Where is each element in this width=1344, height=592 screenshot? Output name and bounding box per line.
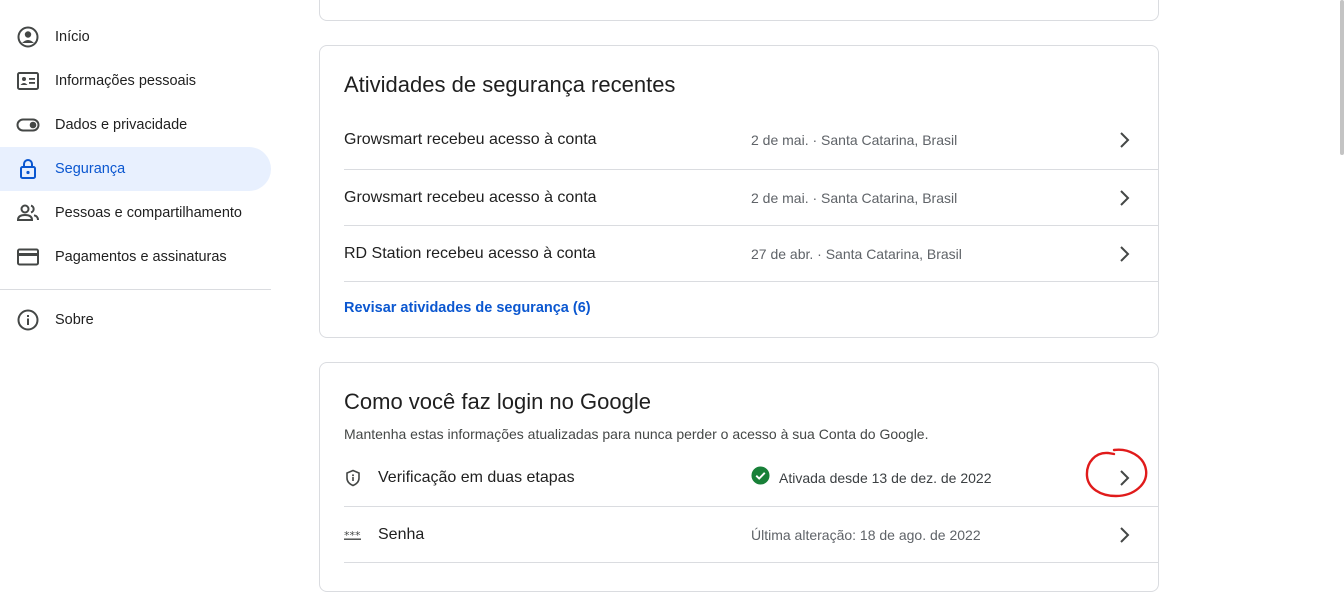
security-activity-card: Atividades de segurança recentes Growsma… <box>319 45 1159 338</box>
id-card-icon <box>16 69 40 93</box>
sidebar-item-pessoas-compartilhamento[interactable]: Pessoas e compartilhamento <box>0 191 271 235</box>
password-dots-icon: *** <box>344 526 362 544</box>
sidebar-item-seguranca[interactable]: Segurança <box>0 147 271 191</box>
two-step-verification-row[interactable]: Verificação em duas etapas Ativada desde… <box>344 450 1158 506</box>
review-security-activity-link[interactable]: Revisar atividades de segurança (6) <box>344 300 591 316</box>
activity-row[interactable]: RD Station recebeu acesso à conta 27 de … <box>344 225 1158 281</box>
card-title: Como você faz login no Google <box>344 389 651 414</box>
sidebar-item-pagamentos-assinaturas[interactable]: Pagamentos e assinaturas <box>0 235 271 279</box>
activity-title: Growsmart recebeu acesso à conta <box>344 131 597 148</box>
sidebar-item-label: Segurança <box>55 161 126 177</box>
account-circle-icon <box>16 25 40 49</box>
divider <box>344 562 1158 563</box>
activity-title: Growsmart recebeu acesso à conta <box>344 188 597 206</box>
credit-card-icon <box>16 245 40 269</box>
password-meta: Última alteração: 18 de ago. de 2022 <box>751 526 981 543</box>
chevron-right-icon <box>1112 242 1136 266</box>
activity-meta: 27 de abr. · Santa Catarina, Brasil <box>751 245 962 262</box>
sidebar-divider <box>0 289 271 290</box>
sidebar-item-label: Pessoas e compartilhamento <box>55 205 242 221</box>
row-title: Senha <box>378 525 425 543</box>
sidebar-item-dados-privacidade[interactable]: Dados e privacidade <box>0 103 271 147</box>
chevron-right-icon <box>1112 523 1136 547</box>
info-icon <box>16 308 40 332</box>
sidebar: Início Informações pessoais Dados e priv… <box>0 15 271 342</box>
lock-icon <box>16 157 40 181</box>
password-row[interactable]: *** Senha Última alteração: 18 de ago. d… <box>344 506 1158 562</box>
sidebar-item-label: Início <box>55 29 90 45</box>
activity-meta: 2 de mai. · Santa Catarina, Brasil <box>751 132 958 148</box>
sidebar-item-label: Pagamentos e assinaturas <box>55 249 227 265</box>
sidebar-item-label: Dados e privacidade <box>55 117 188 133</box>
sidebar-item-inicio[interactable]: Início <box>0 15 271 59</box>
scrollbar[interactable] <box>1340 0 1344 155</box>
activity-row[interactable]: Growsmart recebeu acesso à conta 2 de ma… <box>344 112 1158 168</box>
people-icon <box>16 201 40 225</box>
activity-title: RD Station recebeu acesso à conta <box>344 244 596 262</box>
sidebar-item-informacoes-pessoais[interactable]: Informações pessoais <box>0 59 271 103</box>
check-circle-icon <box>751 466 770 490</box>
activity-meta: 2 de mai. · Santa Catarina, Brasil <box>751 189 958 206</box>
previous-card <box>319 0 1159 21</box>
status-text: Ativada desde 13 de dez. de 2022 <box>779 470 992 486</box>
card-title: Atividades de segurança recentes <box>344 72 676 97</box>
sidebar-item-label: Sobre <box>55 312 94 328</box>
status: Ativada desde 13 de dez. de 2022 <box>751 466 992 490</box>
chevron-right-icon[interactable] <box>1112 466 1136 490</box>
card-subtitle: Mantenha estas informações atualizadas p… <box>344 426 929 442</box>
row-title: Verificação em duas etapas <box>378 469 575 486</box>
divider <box>344 281 1158 282</box>
chevron-right-icon <box>1112 128 1136 152</box>
chevron-right-icon <box>1112 186 1136 210</box>
sidebar-item-sobre[interactable]: Sobre <box>0 298 271 342</box>
toggle-icon <box>16 113 40 137</box>
signin-card: Como você faz login no Google Mantenha e… <box>319 362 1159 592</box>
sidebar-item-label: Informações pessoais <box>55 73 197 89</box>
activity-row[interactable]: Growsmart recebeu acesso à conta 2 de ma… <box>344 169 1158 225</box>
shield-icon <box>344 469 362 487</box>
